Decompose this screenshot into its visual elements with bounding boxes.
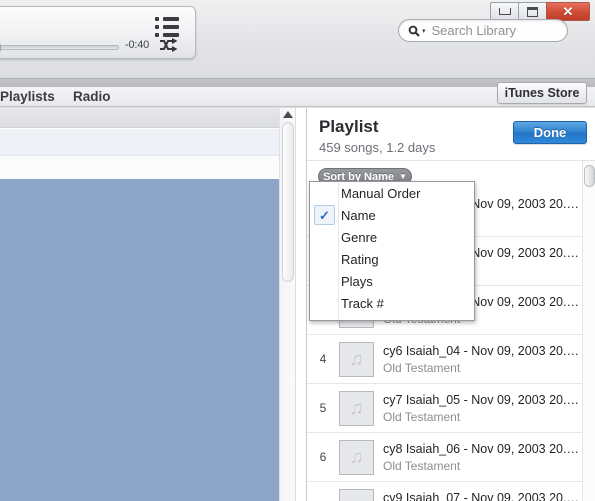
track-number: 4 (319, 352, 327, 366)
track-text: cy8 Isaiah_06 - Nov 09, 2003 20.4... Old … (383, 442, 579, 473)
library-scrollbar[interactable] (279, 108, 295, 501)
maximize-icon (527, 6, 538, 17)
scroll-up-arrow-icon[interactable] (283, 111, 293, 118)
playlist-title: Playlist (319, 117, 379, 136)
sort-menu-item[interactable]: Track # (310, 292, 474, 314)
search-input[interactable]: ▾ Search Library (398, 19, 568, 42)
track-row[interactable]: 4 ♫ cy6 Isaiah_04 - Nov 09, 2003 20.4... Ol… (307, 335, 595, 384)
music-note-icon: ♫ (339, 488, 374, 501)
done-button[interactable]: Done (513, 121, 587, 144)
sort-menu-item[interactable]: Rating (310, 248, 474, 270)
track-number: 5 (319, 401, 327, 415)
player-controls-island: -0:40 (0, 6, 196, 59)
sort-menu-item-label: Track # (341, 295, 384, 311)
track-text: cy9 Isaiah_07 - Nov 09, 2003 20.4...Old … (383, 491, 579, 501)
itunes-store-button[interactable]: iTunes Store (497, 82, 587, 104)
scrubber-track (0, 45, 119, 50)
sort-menu-item-label: Name (341, 207, 376, 223)
library-pane-edge (295, 108, 306, 501)
library-row-lower (0, 157, 306, 179)
library-selected-region[interactable] (0, 179, 285, 501)
sort-dropdown-menu[interactable]: Manual Order ✓ Name Genre Rating Plays Track # (309, 181, 475, 321)
track-title: cy6 Isaiah_04 - Nov 09, 2003 20.4... (383, 343, 579, 358)
nav-tab-radio[interactable]: Radio (73, 89, 111, 104)
sort-menu-item-label: Manual Order (341, 185, 421, 201)
playlist-header: Playlist 459 songs, 1.2 days Done (307, 108, 595, 161)
sort-menu-item[interactable]: ✓ Name (310, 204, 474, 226)
sort-menu-item-label: Rating (341, 251, 379, 267)
list-view-icon[interactable] (155, 17, 179, 37)
track-number: 6 (319, 450, 327, 464)
track-title: cy7 Isaiah_05 - Nov 09, 2003 20.4... (383, 392, 579, 407)
playlist-scrollbar-thumb[interactable] (584, 165, 595, 187)
track-title: cy8 Isaiah_06 - Nov 09, 2003 20.4... (383, 441, 579, 456)
track-row[interactable]: 7♫cy9 Isaiah_07 - Nov 09, 2003 20.4...Ol… (307, 482, 595, 501)
itunes-window: ✕ -0:40 ▾ Search Library Playlists Radio… (0, 0, 595, 501)
track-text: cy6 Isaiah_04 - Nov 09, 2003 20.4... Old … (383, 344, 579, 375)
chevron-down-icon: ▼ (399, 172, 407, 181)
close-icon: ✕ (562, 4, 574, 19)
minimize-icon (498, 8, 511, 15)
sort-menu-item[interactable]: Genre (310, 226, 474, 248)
shuffle-icon[interactable] (159, 37, 179, 53)
checkmark-icon: ✓ (314, 205, 335, 225)
sort-menu-item-label: Genre (341, 229, 378, 245)
scrubber-handle[interactable] (0, 41, 1, 54)
track-album: Old Testament (383, 360, 461, 375)
track-title: cy9 Isaiah_07 - Nov 09, 2003 20.4... (383, 490, 579, 501)
music-note-icon: ♫ (339, 439, 374, 475)
track-row[interactable]: 5 ♫ cy7 Isaiah_05 - Nov 09, 2003 20.4... Ol… (307, 384, 595, 433)
sort-menu-item-label: Plays (341, 273, 373, 289)
track-row[interactable]: 6 ♫ cy8 Isaiah_06 - Nov 09, 2003 20.4... Ol… (307, 433, 595, 482)
remaining-time: -0:40 (125, 39, 150, 51)
music-note-icon: ♫ (339, 390, 374, 426)
music-note-icon: ♫ (339, 341, 374, 377)
search-scope-chevron-down-icon[interactable]: ▾ (422, 27, 426, 35)
library-column-header (0, 108, 306, 128)
library-row-upper (0, 129, 306, 156)
track-album: Old Testament (383, 458, 461, 473)
playlist-subtitle: 459 songs, 1.2 days (319, 140, 436, 155)
library-scrollbar-thumb[interactable] (282, 122, 294, 282)
sort-menu-item[interactable]: Manual Order (310, 182, 474, 204)
nav-tab-playlists[interactable]: Playlists (0, 89, 55, 104)
playback-scrubber[interactable] (0, 41, 119, 54)
playlist-scrollbar[interactable] (582, 161, 595, 501)
search-icon (408, 25, 420, 37)
title-bar: ✕ -0:40 ▾ Search Library (0, 0, 595, 78)
search-placeholder: Search Library (431, 23, 517, 38)
track-album: Old Testament (383, 409, 461, 424)
library-pane (0, 108, 306, 501)
sort-menu-item[interactable]: Plays (310, 270, 474, 292)
track-text: cy7 Isaiah_05 - Nov 09, 2003 20.4... Old … (383, 393, 579, 424)
